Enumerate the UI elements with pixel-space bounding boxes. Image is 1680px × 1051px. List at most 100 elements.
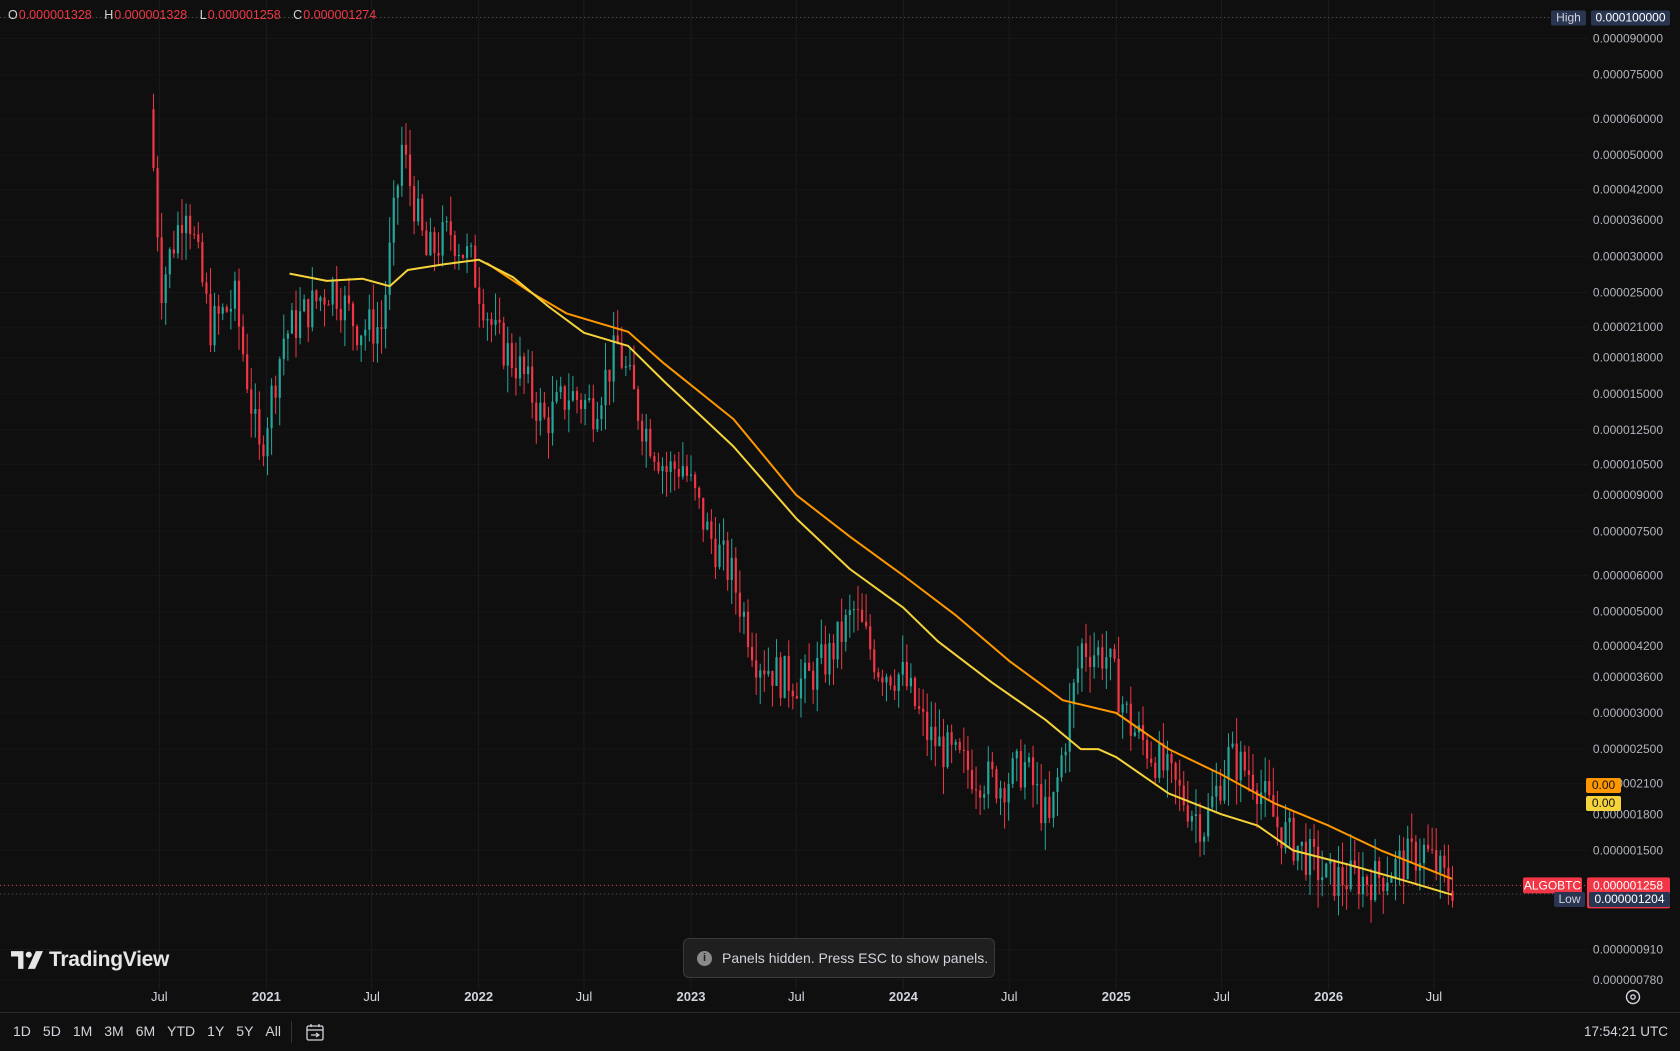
candle-body <box>693 474 697 488</box>
range-1d-button[interactable]: 1D <box>7 1023 37 1039</box>
price-chart[interactable]: 0.000090000 0.000075000 0.000060000 0.00005… <box>0 0 1680 1050</box>
candle-body <box>974 789 978 791</box>
range-6m-button[interactable]: 6M <box>130 1023 161 1039</box>
candle-body <box>1247 770 1250 775</box>
candle-body <box>1178 779 1181 786</box>
candle-body <box>848 610 851 616</box>
price-tick-label: 0.000007500 <box>1593 524 1663 538</box>
candle-body <box>938 736 941 747</box>
candle-body <box>1113 648 1116 659</box>
candle-body <box>791 690 794 697</box>
candle-body <box>1341 867 1344 886</box>
candle-body <box>1276 816 1279 828</box>
candle-body <box>926 711 929 741</box>
range-all-button[interactable]: All <box>259 1023 287 1039</box>
candle-body <box>384 294 387 329</box>
candle-body <box>596 419 599 430</box>
candle-body <box>323 297 326 305</box>
range-1m-button[interactable]: 1M <box>67 1023 98 1039</box>
candle-body <box>738 592 741 617</box>
candle-body <box>653 456 656 462</box>
candle-body <box>881 677 884 683</box>
candle-body <box>808 662 811 671</box>
candle-body <box>628 364 632 367</box>
candle-body <box>812 670 815 690</box>
candle-body <box>1414 841 1417 871</box>
candle-body <box>1166 753 1169 771</box>
candle-body <box>1150 758 1153 763</box>
utc-clock[interactable]: 17:54:21 UTC <box>1584 1024 1668 1039</box>
candle-body <box>303 299 306 312</box>
candle-body <box>1300 841 1303 846</box>
candle-body <box>339 308 342 321</box>
candle-body <box>1451 890 1454 901</box>
high-value: 0.000100000 <box>1595 11 1665 25</box>
candle-body <box>620 343 623 368</box>
candle-body <box>1117 658 1120 713</box>
candle-body <box>225 307 228 312</box>
candle-body <box>677 468 680 477</box>
candle-body <box>164 274 167 304</box>
candle-body <box>1321 877 1324 881</box>
candle-body <box>698 487 701 498</box>
candle-body <box>1288 817 1291 823</box>
candle-body <box>958 741 961 750</box>
time-tick-label: Jul <box>1426 989 1443 1004</box>
candle-body <box>1190 816 1193 822</box>
range-ytd-button[interactable]: YTD <box>161 1023 201 1039</box>
candle-body <box>262 444 265 457</box>
candle-body <box>1027 757 1031 763</box>
candle-body <box>816 657 819 690</box>
candle-body <box>506 343 509 366</box>
candle-body <box>665 466 668 473</box>
candle-body <box>355 326 359 346</box>
candle-body <box>241 326 245 355</box>
calendar-range-icon[interactable] <box>304 1021 326 1043</box>
range-5y-button[interactable]: 5Y <box>230 1023 259 1039</box>
time-tick-label: Jul <box>788 989 805 1004</box>
price-axis[interactable]: 0.000090000 0.000075000 0.000060000 0.00005… <box>1593 31 1663 987</box>
range-5d-button[interactable]: 5D <box>37 1023 67 1039</box>
candle-body <box>734 557 737 593</box>
time-tick-label: Jul <box>363 989 380 1004</box>
candle-body <box>518 356 522 379</box>
candle-body <box>1374 861 1377 901</box>
candle-body <box>510 343 513 368</box>
candle-body <box>1068 704 1071 752</box>
candle-body <box>763 670 766 675</box>
settings-icon[interactable] <box>1624 988 1642 1006</box>
candle-body <box>1227 746 1230 780</box>
ohlc-low-value: 0.000001258 <box>207 8 281 22</box>
candle-body <box>1198 814 1202 842</box>
price-tick-label: 0.000012500 <box>1593 423 1663 437</box>
candle-body <box>429 232 432 256</box>
candle-body <box>1357 868 1360 895</box>
candle-body <box>1325 863 1328 878</box>
candle-body <box>449 221 452 236</box>
range-1y-button[interactable]: 1Y <box>201 1023 230 1039</box>
candle-body <box>1223 779 1226 801</box>
range-3m-button[interactable]: 3M <box>98 1023 129 1039</box>
candle-body <box>1186 805 1189 822</box>
candle-body <box>274 385 277 398</box>
candle-body <box>942 736 945 768</box>
candle-body <box>282 338 285 360</box>
candle-body <box>543 402 546 418</box>
candle-body <box>307 299 310 328</box>
tradingview-logo[interactable]: TradingView <box>11 948 169 972</box>
candle-body <box>494 319 497 325</box>
candle-body <box>1251 774 1255 791</box>
candle-body <box>832 642 835 660</box>
candle-body <box>1443 855 1446 868</box>
candle-body <box>1007 783 1010 803</box>
candle-body <box>897 674 900 691</box>
candle-body <box>315 290 318 302</box>
price-tick-label: 0.000002500 <box>1593 742 1663 756</box>
candle-body <box>380 327 383 329</box>
candle-body <box>1125 703 1128 705</box>
price-tick-label: 0.000030000 <box>1593 249 1663 263</box>
panels-hidden-toast: i Panels hidden. Press ESC to show panel… <box>683 938 995 978</box>
candle-body <box>1390 877 1393 883</box>
price-tick-label: 0.000004200 <box>1593 639 1663 653</box>
time-axis[interactable]: Jul 2021 Jul 2022 Jul 2023 Jul 2024 Jul 2025 Jul 20… <box>151 989 1442 1004</box>
